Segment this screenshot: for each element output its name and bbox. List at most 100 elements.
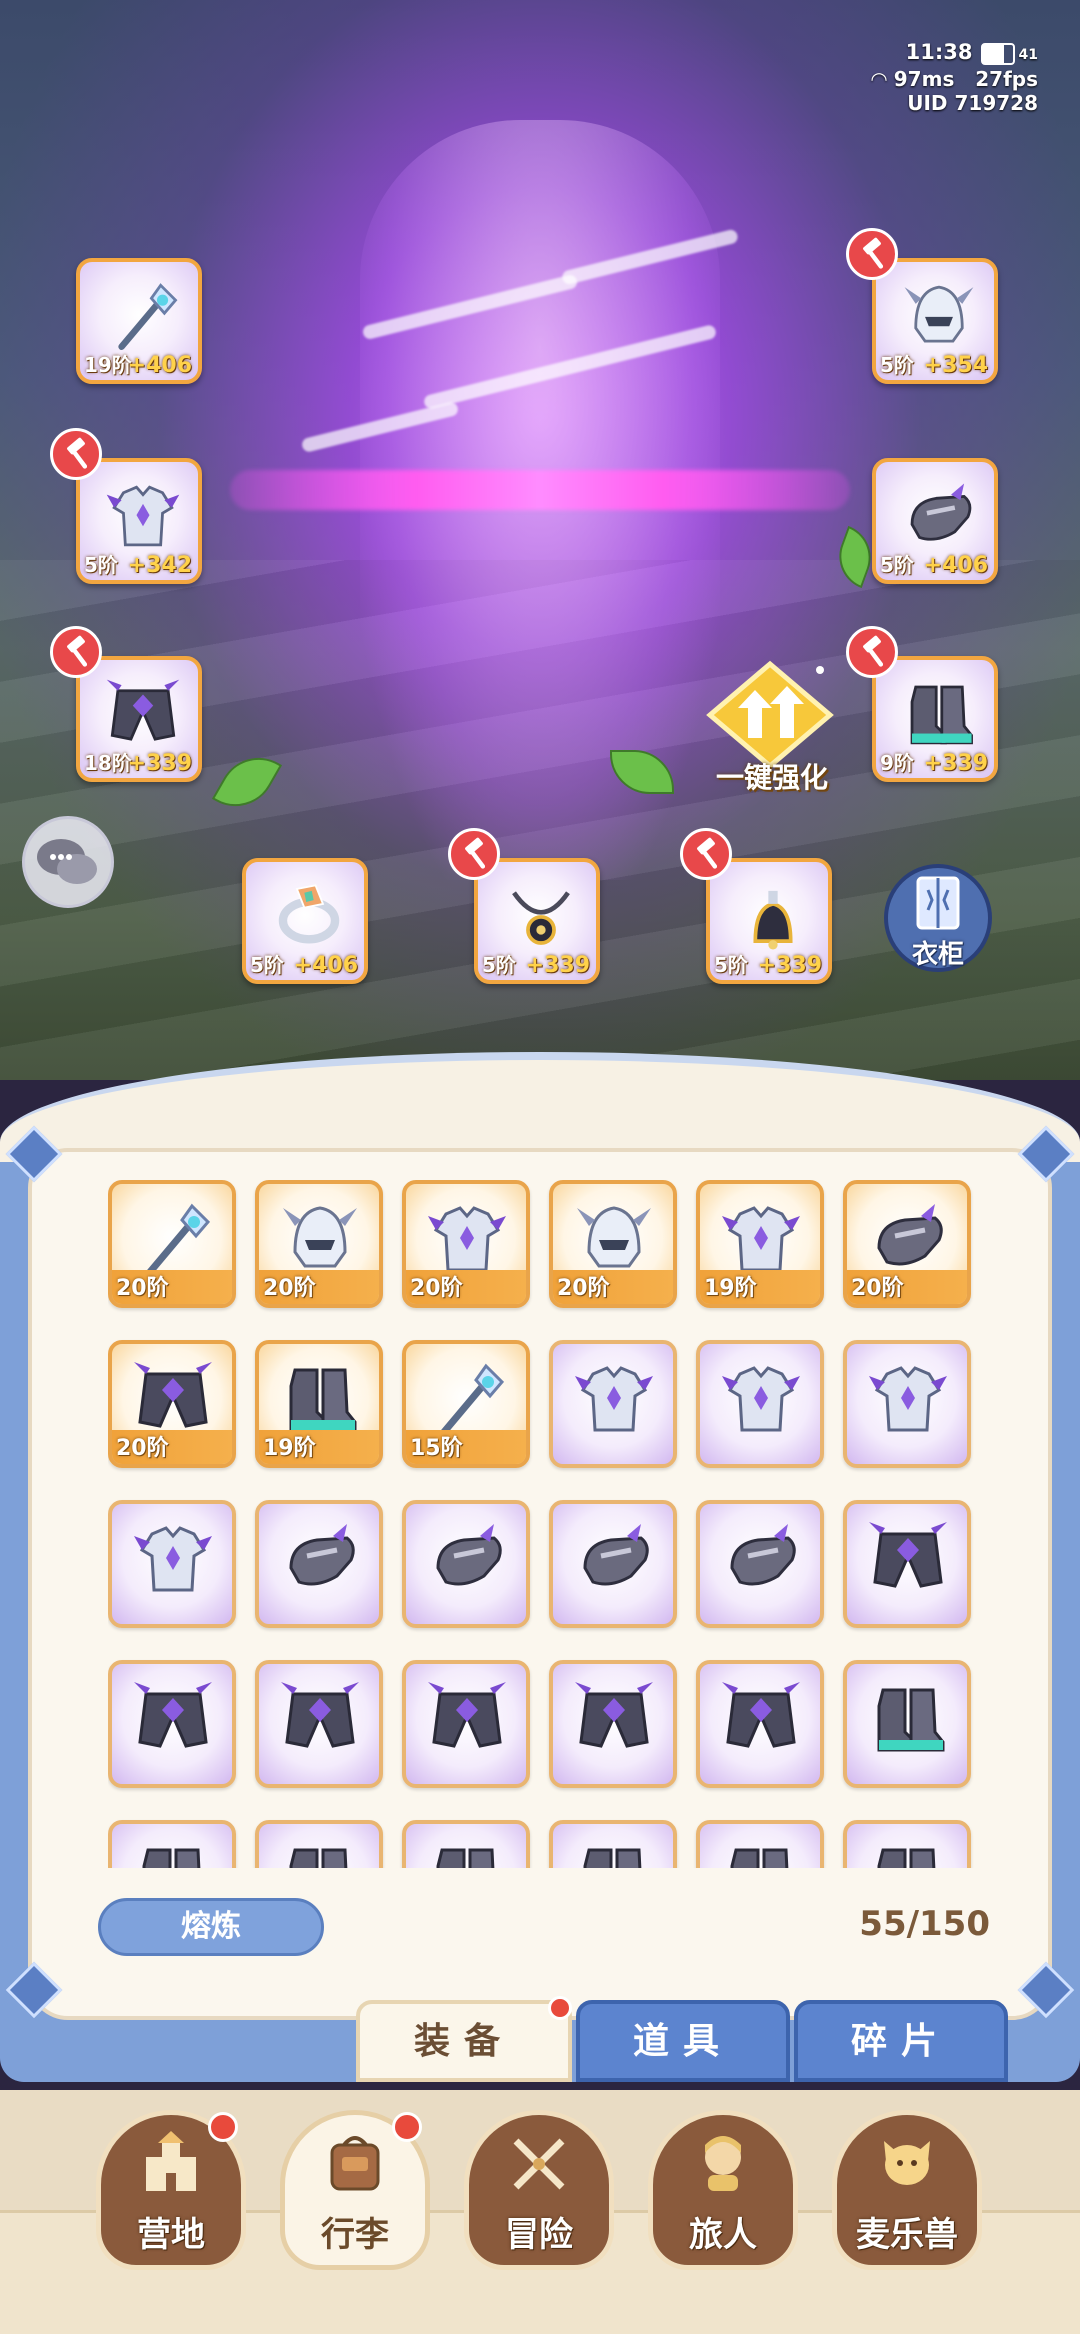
item-level: 20阶 bbox=[263, 1276, 316, 1301]
item-art bbox=[571, 1356, 657, 1442]
inventory-grid[interactable]: 20阶 20阶 20阶 20阶 19阶 20阶 20阶 19阶 15阶 bbox=[108, 1180, 978, 1868]
slot-level: 5阶 bbox=[250, 953, 284, 977]
inventory-item[interactable]: 19阶 bbox=[255, 1340, 383, 1468]
equip-slot-gloves[interactable]: 5阶 +406 bbox=[872, 458, 998, 584]
nav-label: 冒险 bbox=[505, 2215, 573, 2255]
item-art bbox=[571, 1836, 657, 1868]
tab-equipment[interactable]: 装备 bbox=[356, 2000, 572, 2082]
inventory-item[interactable] bbox=[843, 1660, 971, 1788]
armor-icon bbox=[869, 1366, 947, 1432]
inventory-item[interactable] bbox=[696, 1340, 824, 1468]
hammer-icon[interactable] bbox=[846, 228, 898, 280]
inventory-item[interactable]: 15阶 bbox=[402, 1340, 530, 1468]
inventory-item[interactable] bbox=[549, 1340, 677, 1468]
equip-slot-weapon[interactable]: 19阶 +406 bbox=[76, 258, 202, 384]
inventory-item[interactable]: 20阶 bbox=[402, 1180, 530, 1308]
backpack-icon bbox=[330, 2136, 380, 2191]
hammer-icon[interactable] bbox=[448, 828, 500, 880]
magic-beam-effect bbox=[230, 470, 850, 510]
inventory-item[interactable] bbox=[108, 1660, 236, 1788]
hammer-icon bbox=[863, 635, 884, 667]
inventory-item[interactable]: 20阶 bbox=[108, 1340, 236, 1468]
ring-icon-wrap bbox=[266, 876, 352, 956]
smelt-button[interactable]: 熔炼 bbox=[98, 1898, 324, 1956]
inventory-item[interactable]: 20阶 bbox=[255, 1180, 383, 1308]
nav-label: 营地 bbox=[137, 2215, 205, 2255]
one-click-upgrade-button[interactable]: 一键强化 bbox=[700, 660, 840, 794]
inventory-item[interactable] bbox=[402, 1820, 530, 1868]
battery-icon bbox=[980, 42, 1015, 65]
nav-crossed-swords[interactable]: 冒险 bbox=[464, 2110, 614, 2270]
slot-level: 5阶 bbox=[84, 553, 118, 577]
inventory-item[interactable] bbox=[255, 1500, 383, 1628]
inventory-item[interactable] bbox=[843, 1340, 971, 1468]
upgrade-arrows-icon bbox=[706, 660, 834, 770]
battery-level: 41 bbox=[1018, 47, 1038, 63]
inventory-item[interactable] bbox=[255, 1660, 383, 1788]
nav-icon-wrap bbox=[320, 2131, 390, 2191]
pants-icon bbox=[134, 1682, 212, 1748]
slot-bonus: +406 bbox=[293, 953, 358, 978]
tab-fragments[interactable]: 碎片 bbox=[794, 2000, 1008, 2082]
inventory-item[interactable] bbox=[843, 1500, 971, 1628]
item-art bbox=[424, 1676, 510, 1762]
inventory-item[interactable] bbox=[255, 1820, 383, 1868]
chat-button[interactable] bbox=[22, 816, 114, 908]
gauntlet-icon bbox=[730, 1524, 796, 1586]
item-level: 15阶 bbox=[410, 1436, 463, 1461]
inventory-item[interactable]: 20阶 bbox=[549, 1180, 677, 1308]
slot-level: 5阶 bbox=[714, 953, 748, 977]
fox-pet-icon bbox=[884, 2141, 930, 2185]
hammer-icon bbox=[863, 237, 884, 269]
inventory-item[interactable] bbox=[108, 1820, 236, 1868]
hammer-icon[interactable] bbox=[50, 428, 102, 480]
inventory-item[interactable] bbox=[549, 1820, 677, 1868]
inventory-item[interactable] bbox=[549, 1660, 677, 1788]
item-art bbox=[718, 1516, 804, 1602]
slot-bonus: +354 bbox=[923, 353, 988, 378]
necklace-icon bbox=[512, 891, 570, 945]
equip-slot-ring[interactable]: 5阶 +406 bbox=[242, 858, 368, 984]
inventory-item[interactable] bbox=[402, 1500, 530, 1628]
inventory-item[interactable]: 20阶 bbox=[843, 1180, 971, 1308]
nav-traveler[interactable]: 旅人 bbox=[648, 2110, 798, 2270]
slot-bonus: +339 bbox=[923, 751, 988, 776]
hammer-icon[interactable] bbox=[50, 626, 102, 678]
inventory-item[interactable] bbox=[696, 1660, 824, 1788]
armor-icon bbox=[106, 485, 180, 547]
armor-icon bbox=[575, 1366, 653, 1432]
fps-readout: 27fps bbox=[975, 67, 1038, 91]
item-level: 20阶 bbox=[116, 1276, 169, 1301]
boots-icon bbox=[910, 685, 973, 745]
slot-level: 5阶 bbox=[880, 353, 914, 377]
inventory-item[interactable] bbox=[549, 1500, 677, 1628]
scepter-icon bbox=[118, 283, 178, 350]
nav-fox-pet[interactable]: 麦乐兽 bbox=[832, 2110, 982, 2270]
wifi-icon: ◠ bbox=[871, 67, 894, 91]
tab-equipment-badge bbox=[548, 1996, 572, 2020]
ping-readout: 97ms bbox=[893, 67, 955, 91]
slot-bonus: +342 bbox=[127, 553, 192, 578]
nav-label: 行李 bbox=[321, 2215, 389, 2255]
inventory-item[interactable] bbox=[402, 1660, 530, 1788]
hammer-icon bbox=[697, 837, 718, 869]
inventory-item[interactable]: 19阶 bbox=[696, 1180, 824, 1308]
hammer-icon[interactable] bbox=[680, 828, 732, 880]
slot-level: 18阶 bbox=[84, 751, 132, 775]
inventory-item[interactable] bbox=[843, 1820, 971, 1868]
item-level: 19阶 bbox=[263, 1436, 316, 1461]
item-art bbox=[718, 1356, 804, 1442]
tab-label: 装备 bbox=[413, 2021, 514, 2062]
slot-bonus: +406 bbox=[127, 353, 192, 378]
tab-items[interactable]: 道具 bbox=[576, 2000, 790, 2082]
pants-icon bbox=[575, 1682, 653, 1748]
hammer-icon[interactable] bbox=[846, 626, 898, 678]
inventory-item[interactable] bbox=[108, 1500, 236, 1628]
item-art bbox=[277, 1676, 363, 1762]
wardrobe-button[interactable]: 衣柜 bbox=[884, 864, 992, 972]
item-level: 20阶 bbox=[116, 1436, 169, 1461]
hammer-icon bbox=[67, 635, 88, 667]
inventory-item[interactable] bbox=[696, 1500, 824, 1628]
inventory-item[interactable] bbox=[696, 1820, 824, 1868]
inventory-item[interactable]: 20阶 bbox=[108, 1180, 236, 1308]
